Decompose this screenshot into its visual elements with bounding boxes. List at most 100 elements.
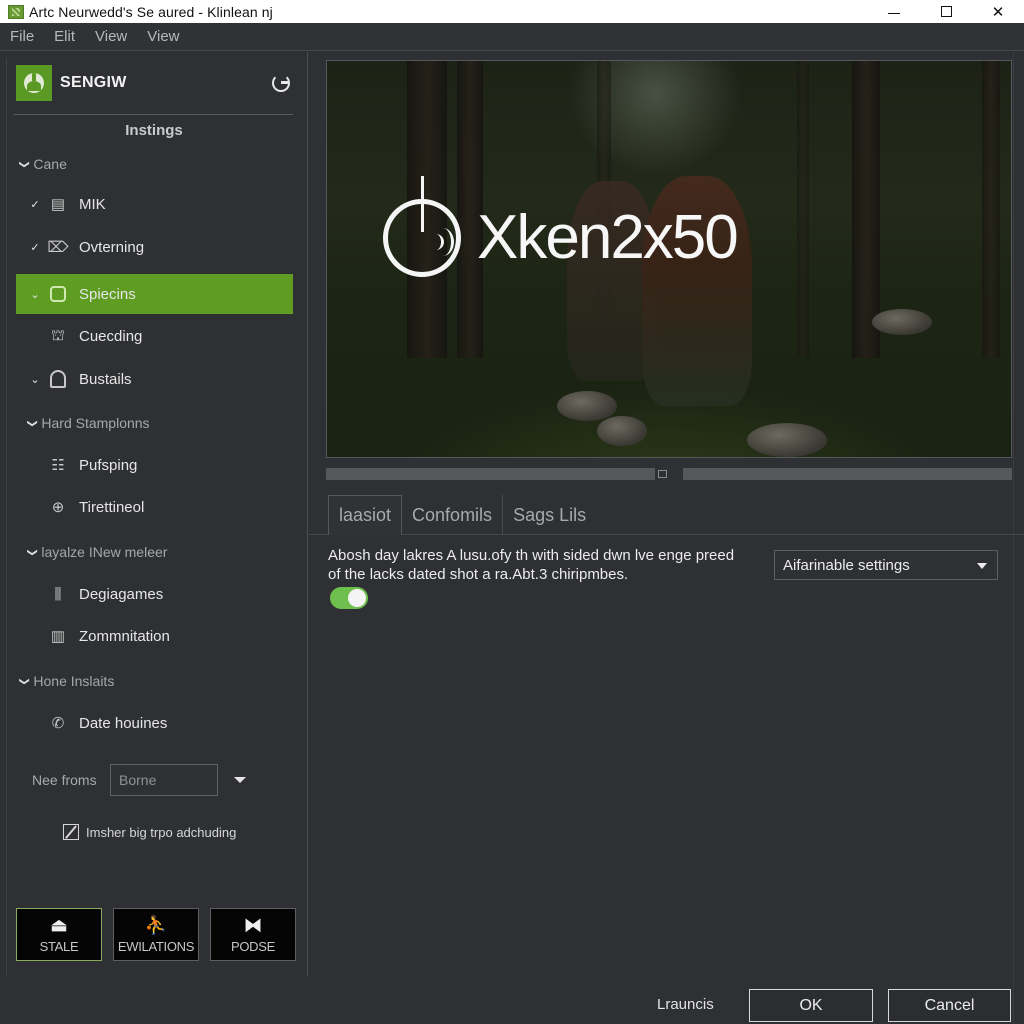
menu-edit[interactable]: Elit [54,28,75,45]
sidebar-item-label: Tirettineol [79,498,145,516]
arch-icon [48,369,68,389]
chevron-down-icon [977,563,987,569]
sidebar-group-label: Hard Stamplonns [41,415,150,431]
seek-handle[interactable] [657,470,668,478]
form-input[interactable]: Borne [110,764,218,796]
menu-file[interactable]: File [10,28,34,45]
server-icon: ▤ [50,196,66,213]
sidebar-group-label: Hone Inslaits [33,673,115,689]
brand-logo-icon [16,65,52,101]
stone [557,391,617,421]
sidebar-item-spiecins[interactable]: ⌄ Spiecins [16,274,293,314]
hero-image: Xken2x50 [326,60,1012,458]
tab-laasiot[interactable]: laasiot [328,495,403,535]
divider [1013,52,1014,1024]
sidebar-item-label: MIK [79,195,106,213]
document-icon: ▥ [50,628,66,645]
brand: SENGIW [16,64,292,102]
checkbox[interactable] [63,824,79,840]
sidebar-group-hard-stamplonns[interactable]: ❯ Hard Stamplonns [27,415,150,431]
tree [982,61,1000,358]
maximize-button[interactable] [920,0,972,23]
checkbox-row[interactable]: Imsher big trpo adchuding [63,824,236,840]
tab-sags-lils[interactable]: Sags Lils [503,495,596,535]
seek-track[interactable] [326,468,655,480]
title-bar: Artc Neurwedd's Se aured - Klinlean nj ✕ [0,0,1024,23]
sidebar-item-pufsping[interactable]: ☷ Pufsping [16,445,293,485]
chevron-down-icon: ⌄ [30,288,40,301]
sidebar-item-label: Zommnitation [79,627,170,645]
sidebar-item-label: Bustails [79,370,132,388]
maximize-icon [940,6,952,17]
sidebar-item-label: Date houines [79,714,168,732]
caret-down-icon[interactable] [234,777,246,783]
seek-track[interactable] [683,468,1012,480]
chevron-down-icon: ❯ [26,547,38,557]
sidebar-item-label: Degiagames [79,585,164,603]
mode-buttons: ⏏ STALE ⛹ EWILATIONS ⧓ PODSE [16,908,296,961]
athlete-icon: ⛹ [144,915,168,935]
sidebar-group-hone-inslaits[interactable]: ❯ Hone Inslaits [18,673,115,689]
check-icon: ✓ [30,241,40,254]
robot-icon: ⛫ [51,326,65,344]
mode-label: STALE [39,939,79,954]
seek-bar[interactable] [326,468,1012,480]
sidebar-item-bustails[interactable]: ⌄ Bustails [16,359,293,399]
feature-toggle[interactable] [330,587,368,609]
sidebar-group-layalze[interactable]: ❯ layalze INew meleer [26,544,168,560]
phone-icon: ✆ [51,715,65,732]
chevron-down-icon: ⌄ [30,373,40,386]
mouse-icon: ⊕ [51,499,65,516]
sidebar-item-label: Spiecins [79,285,136,303]
sidebar-item-zommnitation[interactable]: ▥ Zommnitation [16,616,293,656]
mode-button-stale[interactable]: ⏏ STALE [16,908,102,961]
mode-label: PODSE [230,939,275,954]
form-row: Nee froms Borne [32,764,246,796]
sidebar-item-mik[interactable]: ✓ ▤ MIK [16,184,293,224]
divider [14,114,293,115]
frame-icon [48,284,68,304]
sidebar-item-ovterning[interactable]: ✓ ⌦ Ovterning [16,227,293,267]
stand-icon: ⏏ [50,915,68,935]
menu-bar: File Elit View View [0,23,1024,51]
menu-view[interactable]: View [95,28,127,45]
sidebar-item-label: Cuecding [79,327,143,345]
sidebar-item-cuecding[interactable]: ⛫ Cuecding [16,316,293,356]
minimize-icon [888,13,900,14]
grid-list-icon: ☷ [51,457,65,474]
stone [747,423,827,457]
refresh-icon[interactable] [272,74,290,92]
sidebar-group-label: layalze INew meleer [41,544,168,560]
pillar-icon: ⫼ [54,585,62,603]
bowtie-icon: ⧓ [244,915,262,935]
minimize-button[interactable] [868,0,920,23]
tab-confomils[interactable]: Confomils [402,495,504,535]
select-value: Aifarinable settings [783,556,910,574]
cancel-button[interactable]: Cancel [888,989,1011,1022]
mode-button-ewilations[interactable]: ⛹ EWILATIONS [113,908,199,961]
checkbox-label: Imsher big trpo adchuding [86,824,237,840]
sidebar-item-degiagames[interactable]: ⫼ Degiagames [16,574,293,614]
menu-view-2[interactable]: View [147,28,179,45]
app-icon [8,4,24,19]
check-icon: ✓ [30,198,40,211]
sidebar: SENGIW Instings ❯ Cane ✓ ▤ MIK ✓ ⌦ Ovter… [0,52,308,976]
main-panel: Xken2x50 laasiot Confomils Sags Lils Abo… [309,52,1024,1024]
sidebar-group-cane[interactable]: ❯ Cane [18,156,67,172]
settings-select[interactable]: Aifarinable settings [774,550,998,580]
launcher-link[interactable]: Lrauncis [657,996,714,1013]
close-button[interactable]: ✕ [972,0,1024,23]
tree [797,61,809,358]
tree [852,61,880,358]
mode-button-podse[interactable]: ⧓ PODSE [210,908,296,961]
chevron-down-icon: ❯ [18,676,30,686]
tag-icon: ⌦ [47,239,69,256]
chevron-down-icon: ❯ [18,159,30,169]
close-icon: ✕ [991,3,1005,21]
brand-name: SENGIW [60,74,127,91]
form-label: Nee froms [32,772,97,788]
sidebar-item-tirettineol[interactable]: ⊕ Tirettineol [16,487,293,527]
sidebar-item-date-houines[interactable]: ✆ Date houines [16,703,293,743]
ok-button[interactable]: OK [749,989,873,1022]
stone [872,309,932,335]
